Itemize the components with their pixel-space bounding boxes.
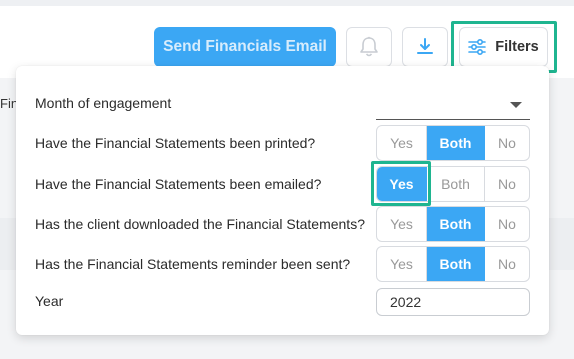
month-select[interactable] xyxy=(376,92,530,120)
downloaded-option-both[interactable]: Both xyxy=(427,207,485,241)
emailed-label: Have the Financial Statements been email… xyxy=(35,176,322,192)
reminder-option-both[interactable]: Both xyxy=(427,247,485,281)
reminder-option-no[interactable]: No xyxy=(485,247,529,281)
chevron-down-icon[interactable] xyxy=(510,102,522,108)
download-icon xyxy=(417,38,433,54)
month-label: Month of engagement xyxy=(35,95,172,111)
sliders-icon xyxy=(468,39,487,55)
printed-option-both[interactable]: Both xyxy=(427,126,485,160)
reminder-toggle: Yes Both No xyxy=(376,246,530,282)
reminder-option-yes[interactable]: Yes xyxy=(377,247,427,281)
year-input[interactable] xyxy=(376,288,530,316)
filters-label: Filters xyxy=(495,39,539,55)
printed-option-no[interactable]: No xyxy=(485,126,529,160)
send-financials-email-button[interactable]: Send Financials Email xyxy=(154,27,336,67)
background-clipped-text: Financial xyxy=(0,96,16,111)
bell-icon xyxy=(360,36,378,57)
filters-panel: Month of engagement Have the Financial S… xyxy=(16,66,549,335)
emailed-option-both[interactable]: Both xyxy=(427,167,485,201)
year-label: Year xyxy=(35,293,64,309)
downloaded-label: Has the client downloaded the Financial … xyxy=(35,216,365,232)
emailed-option-no[interactable]: No xyxy=(485,167,529,201)
month-select-underline xyxy=(376,119,530,120)
emailed-yes-highlight xyxy=(371,161,431,206)
printed-toggle: Yes Both No xyxy=(376,125,530,161)
printed-label: Have the Financial Statements been print… xyxy=(35,135,316,151)
downloaded-option-yes[interactable]: Yes xyxy=(377,207,427,241)
downloaded-option-no[interactable]: No xyxy=(485,207,529,241)
downloaded-toggle: Yes Both No xyxy=(376,206,530,242)
printed-option-yes[interactable]: Yes xyxy=(377,126,427,160)
notifications-button[interactable] xyxy=(346,27,392,67)
reminder-label: Has the Financial Statements reminder be… xyxy=(35,256,351,272)
download-button[interactable] xyxy=(402,27,448,67)
top-strip xyxy=(0,0,574,6)
filters-button[interactable]: Filters xyxy=(459,27,548,67)
